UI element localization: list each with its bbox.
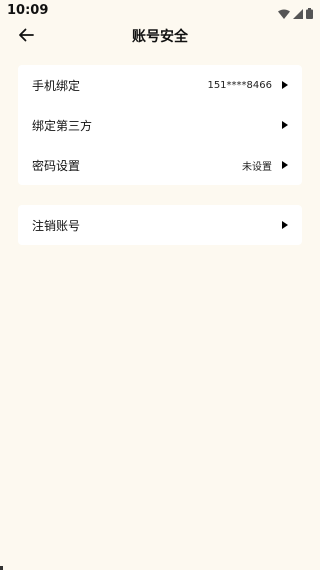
row-label: 绑定第三方 — [32, 118, 93, 133]
security-settings-card: 手机绑定 151****8466 绑定第三方 密码设置 未设置 — [18, 65, 302, 185]
edge-marker — [0, 566, 3, 570]
chevron-right-icon — [282, 161, 288, 169]
status-bar: 10:09 — [0, 0, 320, 22]
battery-icon — [306, 4, 313, 23]
row-value: 151****8466 — [207, 79, 272, 91]
chevron-right-icon — [282, 221, 288, 229]
app-header: 账号安全 — [0, 22, 320, 50]
signal-icon — [293, 4, 303, 23]
row-value: 未设置 — [242, 161, 272, 173]
status-icons — [278, 4, 313, 23]
chevron-right-icon — [282, 81, 288, 89]
row-phone-binding[interactable]: 手机绑定 151****8466 — [18, 65, 302, 105]
row-label: 手机绑定 — [32, 78, 81, 93]
row-password-setting[interactable]: 密码设置 未设置 — [18, 145, 302, 185]
account-card: 注销账号 — [18, 205, 302, 245]
row-delete-account[interactable]: 注销账号 — [18, 205, 302, 245]
row-third-party-binding[interactable]: 绑定第三方 — [18, 105, 302, 145]
row-label: 注销账号 — [32, 218, 81, 233]
page-title: 账号安全 — [132, 29, 188, 45]
chevron-right-icon — [282, 121, 288, 129]
wifi-icon — [278, 4, 290, 23]
status-time: 10:09 — [7, 3, 49, 18]
row-label: 密码设置 — [32, 158, 81, 173]
